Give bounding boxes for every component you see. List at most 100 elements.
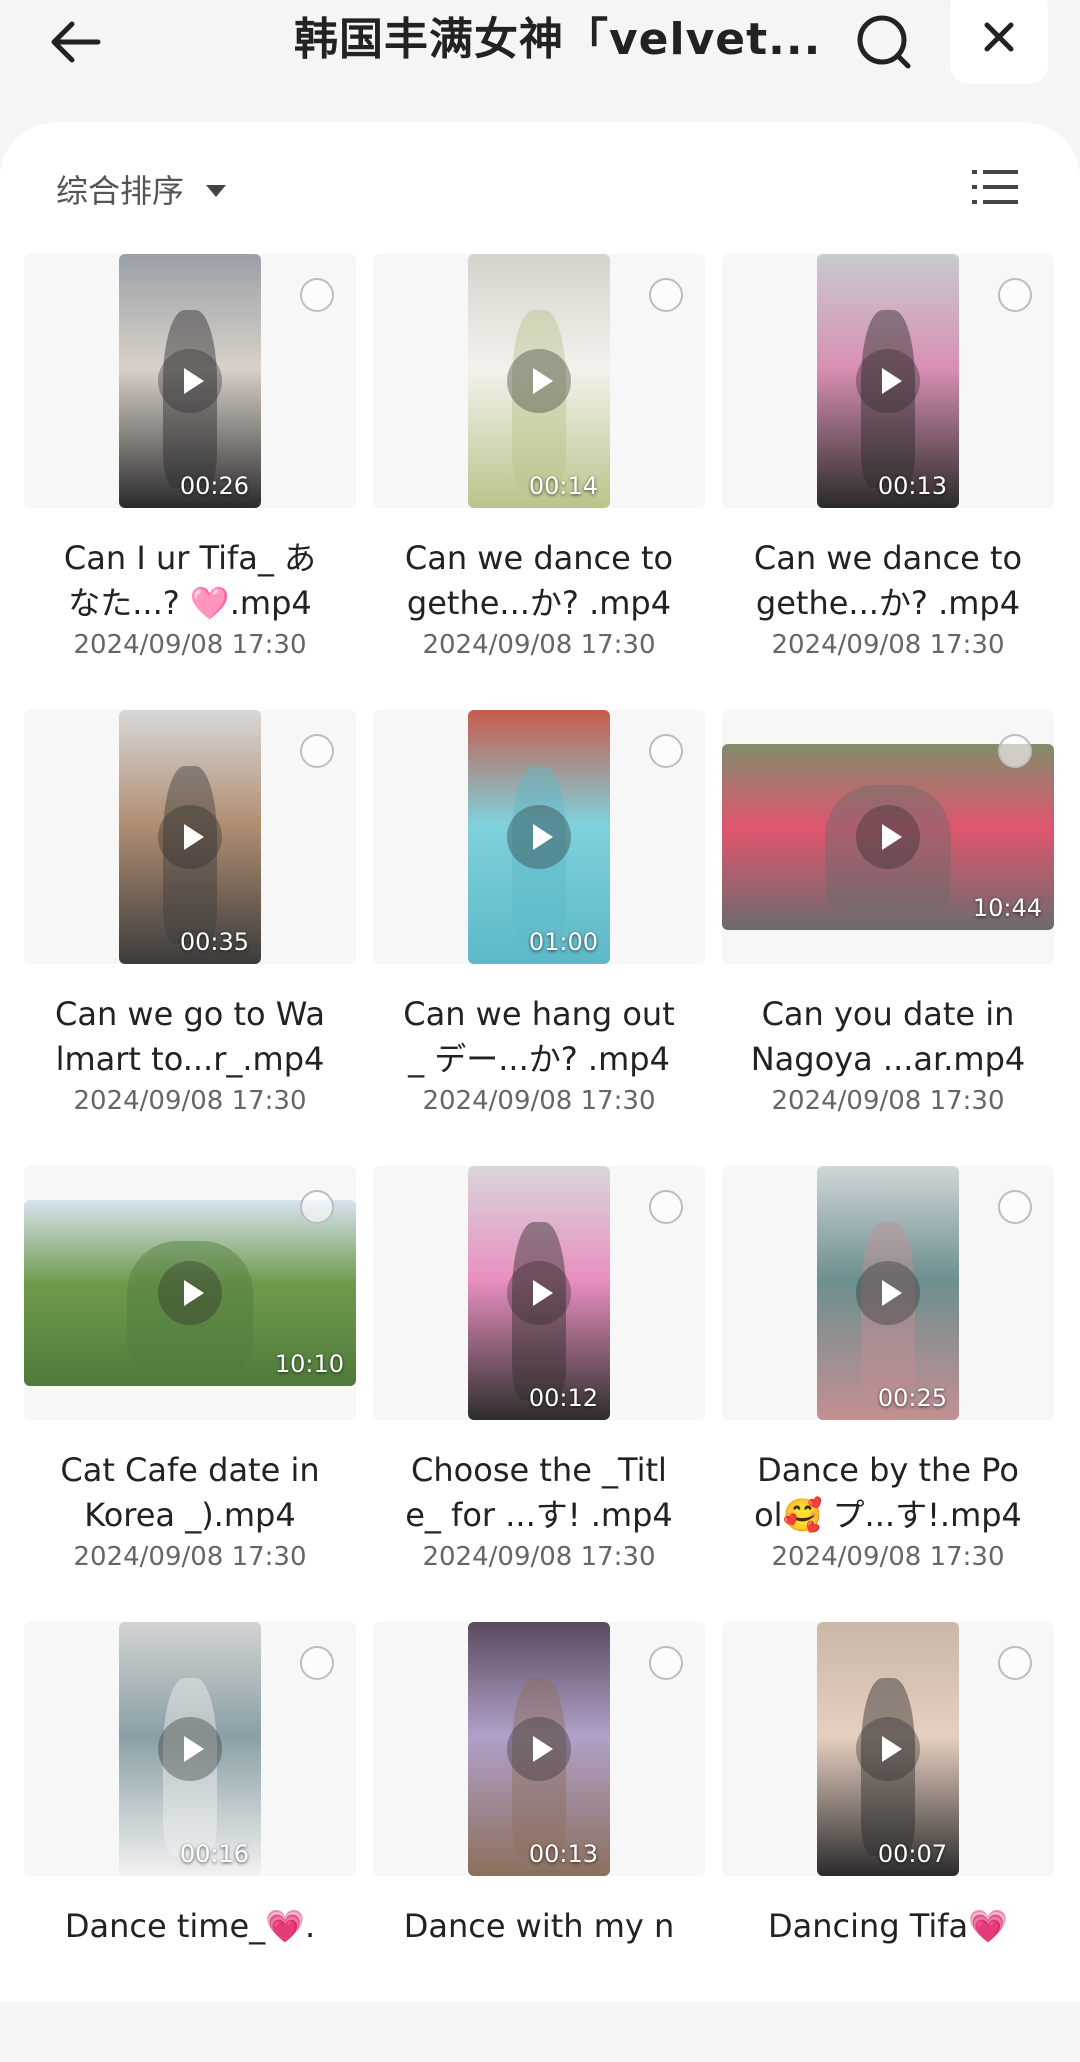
file-card[interactable]: 00:12 Choose the _Titl e_ for ...す! .mp4 2…	[373, 1166, 705, 1606]
play-icon	[507, 349, 571, 413]
select-checkbox[interactable]	[649, 278, 683, 312]
video-thumbnail: 00:16	[119, 1622, 261, 1876]
video-thumbnail: 00:12	[468, 1166, 610, 1420]
file-card[interactable]: 00:26 Can I ur Tifa_ あ なた...? 🩷.mp4 2024/0…	[24, 254, 356, 694]
caret-down-icon	[206, 185, 227, 197]
play-icon	[856, 805, 920, 869]
page-title: 韩国丰满女神「velvet...	[294, 14, 822, 65]
select-checkbox[interactable]	[998, 1646, 1032, 1680]
duration-label: 00:14	[528, 472, 598, 500]
thumbnail-area[interactable]: 00:26	[24, 254, 356, 508]
thumbnail-area[interactable]: 00:16	[24, 1622, 356, 1876]
duration-label: 10:10	[274, 1350, 344, 1378]
file-name: Can we dance to gethe...か? .mp4	[753, 539, 1023, 622]
play-icon	[856, 1261, 920, 1325]
file-card[interactable]: 01:00 Can we hang out _ デー...か? .mp4 2024/…	[373, 710, 705, 1150]
file-card[interactable]: 00:14 Can we dance to gethe...か? .mp4 2024…	[373, 254, 705, 694]
close-button[interactable]	[950, 0, 1048, 84]
file-date: 2024/09/08 17:30	[422, 630, 656, 660]
file-card[interactable]: 00:07 Dancing Tifa💗	[722, 1622, 1054, 2062]
duration-label: 00:07	[877, 1840, 947, 1868]
video-thumbnail: 00:35	[119, 710, 261, 964]
file-date: 2024/09/08 17:30	[422, 1086, 656, 1116]
file-name: Dancing Tifa💗	[768, 1907, 1008, 1945]
select-checkbox[interactable]	[998, 1190, 1032, 1224]
file-date: 2024/09/08 17:30	[73, 1086, 307, 1116]
thumbnail-area[interactable]: 10:10	[24, 1166, 356, 1420]
list-view-icon[interactable]	[972, 166, 1018, 208]
duration-label: 00:13	[528, 1840, 598, 1868]
select-checkbox[interactable]	[300, 1190, 334, 1224]
back-arrow-icon[interactable]	[44, 10, 108, 74]
duration-label: 01:00	[528, 928, 598, 956]
file-date: 2024/09/08 17:30	[73, 630, 307, 660]
select-checkbox[interactable]	[998, 278, 1032, 312]
file-date: 2024/09/08 17:30	[771, 1086, 1005, 1116]
select-checkbox[interactable]	[649, 734, 683, 768]
thumbnail-area[interactable]: 10:44	[722, 710, 1054, 964]
file-card[interactable]: 10:10 Cat Cafe date in Korea _).mp4 2024/0…	[24, 1166, 356, 1606]
video-thumbnail: 00:13	[817, 254, 959, 508]
file-name: Can you date in Nagoya ...ar.mp4	[750, 995, 1026, 1078]
play-icon	[856, 349, 920, 413]
video-thumbnail: 01:00	[468, 710, 610, 964]
sort-dropdown[interactable]: 综合排序	[56, 166, 227, 216]
thumbnail-area[interactable]: 00:13	[373, 1622, 705, 1876]
file-date: 2024/09/08 17:30	[422, 1542, 656, 1572]
file-name: Can we dance to gethe...か? .mp4	[404, 539, 674, 622]
duration-label: 00:12	[528, 1384, 598, 1412]
thumbnail-area[interactable]: 00:14	[373, 254, 705, 508]
video-thumbnail: 10:10	[24, 1200, 356, 1386]
select-checkbox[interactable]	[300, 278, 334, 312]
video-thumbnail: 10:44	[722, 744, 1054, 930]
video-thumbnail: 00:13	[468, 1622, 610, 1876]
play-icon	[158, 1717, 222, 1781]
search-icon[interactable]	[852, 10, 916, 74]
file-name: Can we hang out _ デー...か? .mp4	[403, 995, 675, 1078]
file-date: 2024/09/08 17:30	[73, 1542, 307, 1572]
video-thumbnail: 00:07	[817, 1622, 959, 1876]
select-checkbox[interactable]	[649, 1646, 683, 1680]
play-icon	[158, 1261, 222, 1325]
video-thumbnail: 00:14	[468, 254, 610, 508]
duration-label: 00:35	[179, 928, 249, 956]
file-card[interactable]: 00:16 Dance time_💗.	[24, 1622, 356, 2062]
video-thumbnail: 00:25	[817, 1166, 959, 1420]
thumbnail-area[interactable]: 00:25	[722, 1166, 1054, 1420]
file-card[interactable]: 00:13 Dance with my n	[373, 1622, 705, 2062]
thumbnail-area[interactable]: 00:13	[722, 254, 1054, 508]
file-name: Dance time_💗.	[64, 1907, 316, 1945]
play-icon	[158, 349, 222, 413]
file-name: Choose the _Titl e_ for ...す! .mp4	[405, 1451, 673, 1534]
file-card[interactable]: 00:35 Can we go to Wa lmart to...r_.mp4 20…	[24, 710, 356, 1150]
file-date: 2024/09/08 17:30	[771, 630, 1005, 660]
close-icon	[984, 22, 1014, 52]
duration-label: 00:16	[179, 1840, 249, 1868]
play-icon	[856, 1717, 920, 1781]
select-checkbox[interactable]	[998, 734, 1032, 768]
top-bar: 韩国丰满女神「velvet...	[0, 0, 1080, 120]
play-icon	[507, 805, 571, 869]
duration-label: 00:26	[179, 472, 249, 500]
thumbnail-area[interactable]: 00:35	[24, 710, 356, 964]
file-card[interactable]: 10:44 Can you date in Nagoya ...ar.mp4 202…	[722, 710, 1054, 1150]
play-icon	[507, 1717, 571, 1781]
sort-label: 综合排序	[56, 172, 185, 210]
thumbnail-area[interactable]: 01:00	[373, 710, 705, 964]
thumbnail-area[interactable]: 00:12	[373, 1166, 705, 1420]
file-date: 2024/09/08 17:30	[771, 1542, 1005, 1572]
duration-label: 00:13	[877, 472, 947, 500]
thumbnail-area[interactable]: 00:07	[722, 1622, 1054, 1876]
file-card[interactable]: 00:13 Can we dance to gethe...か? .mp4 2024…	[722, 254, 1054, 694]
play-icon	[507, 1261, 571, 1325]
file-name: Cat Cafe date in Korea _).mp4	[60, 1451, 320, 1534]
play-icon	[158, 805, 222, 869]
select-checkbox[interactable]	[300, 1646, 334, 1680]
file-name: Dance with my n	[403, 1907, 675, 1945]
file-name: Can I ur Tifa_ あ なた...? 🩷.mp4	[63, 539, 317, 622]
select-checkbox[interactable]	[649, 1190, 683, 1224]
video-thumbnail: 00:26	[119, 254, 261, 508]
select-checkbox[interactable]	[300, 734, 334, 768]
duration-label: 00:25	[877, 1384, 947, 1412]
file-card[interactable]: 00:25 Dance by the Po ol🥰 プ...す!.mp4 2024/…	[722, 1166, 1054, 1606]
